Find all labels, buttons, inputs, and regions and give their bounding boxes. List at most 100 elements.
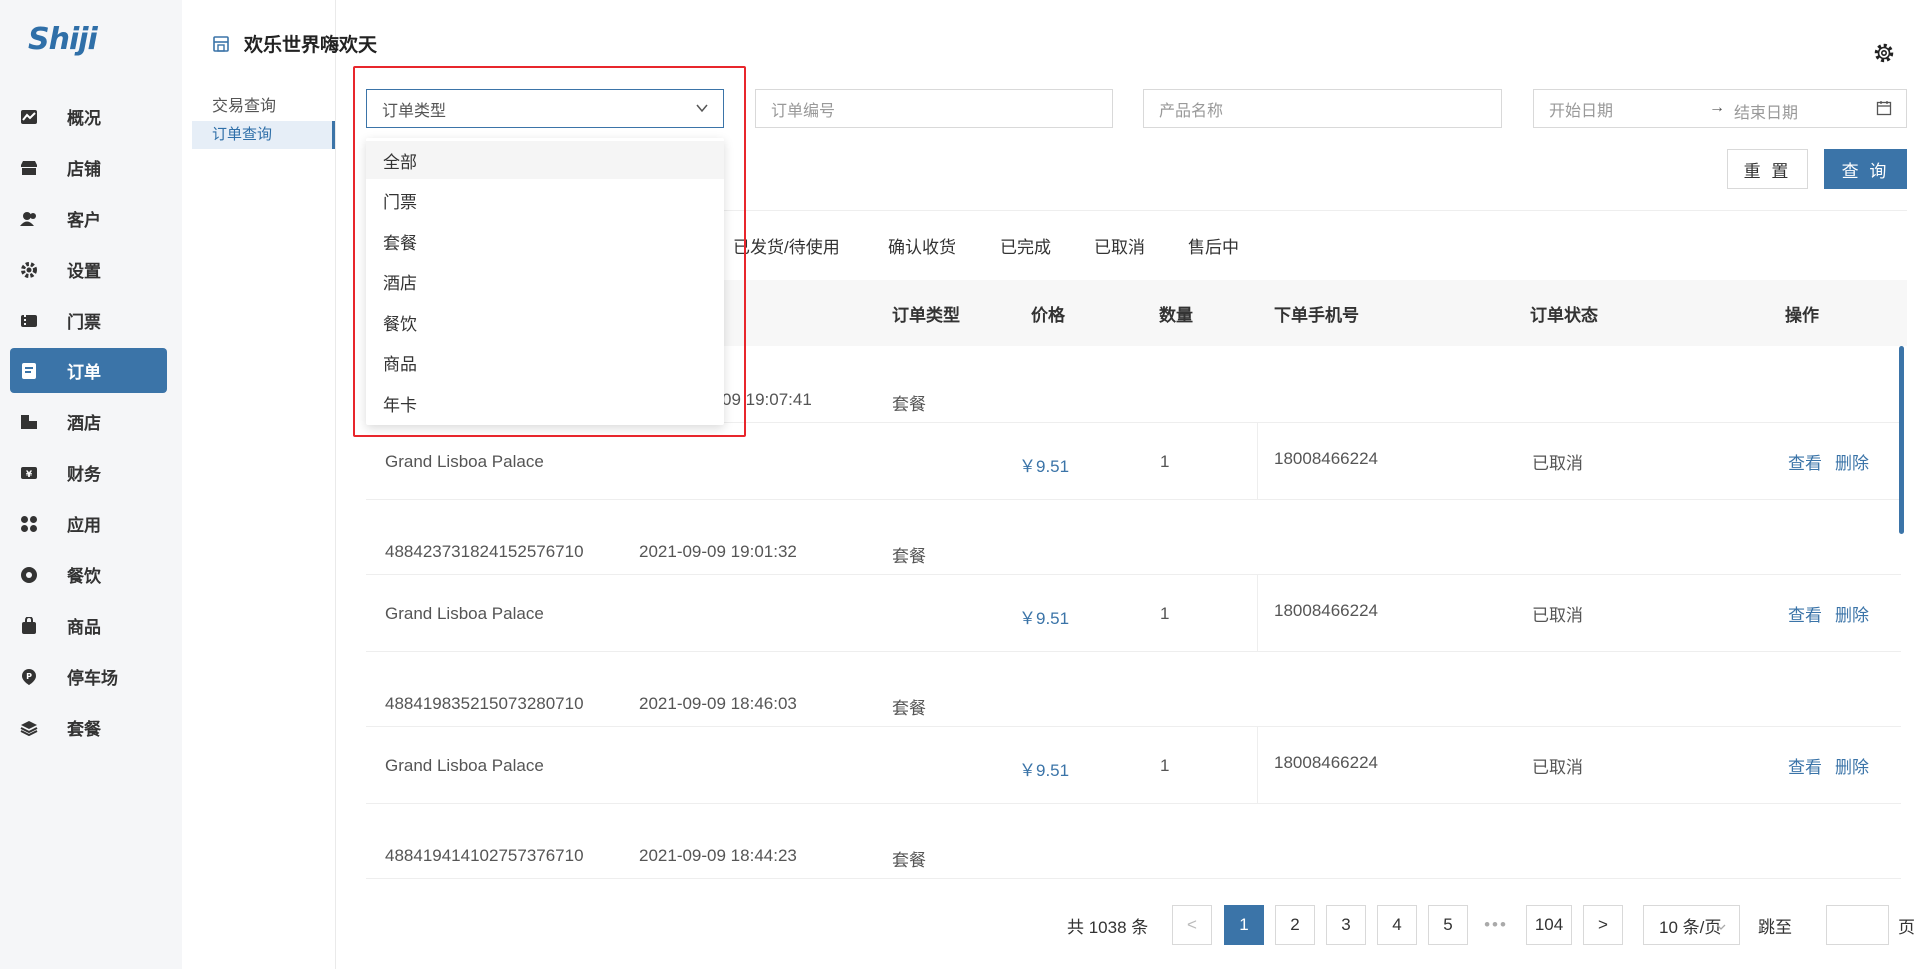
row-divider (366, 651, 1901, 652)
nav-item-orders[interactable]: 订单 (10, 348, 167, 393)
nav-label: 停车场 (67, 669, 118, 688)
date-range-picker[interactable]: 开始日期 → 结束日期 (1533, 89, 1907, 128)
end-date-placeholder[interactable]: 结束日期 (1734, 99, 1798, 123)
page-3-button[interactable]: 3 (1326, 905, 1366, 945)
cell-divider (1257, 423, 1258, 499)
page-4-button[interactable]: 4 (1377, 905, 1417, 945)
store-title: 欢乐世界嗨欢天 (212, 30, 377, 57)
page-1-button[interactable]: 1 (1224, 905, 1264, 945)
header-phone: 下单手机号 (1274, 306, 1359, 325)
delete-link[interactable]: 删除 (1835, 449, 1869, 474)
nav-item-package[interactable]: 套餐 (10, 705, 167, 750)
dropdown-option-hotel[interactable]: 酒店 (366, 262, 724, 300)
phone: 18008466224 (1274, 753, 1379, 772)
view-link[interactable]: 查看 (1788, 601, 1822, 626)
order-number: 488423731824152576710 (385, 542, 584, 561)
page-last-button[interactable]: 104 (1526, 905, 1572, 945)
cell-divider (1257, 727, 1258, 803)
order-number-input[interactable]: 订单编号 (755, 89, 1113, 128)
settings-gear-icon[interactable] (1873, 42, 1895, 69)
nav-label: 应用 (67, 516, 101, 535)
jump-page-input[interactable] (1826, 905, 1889, 945)
order-type-dropdown: 全部 门票 套餐 酒店 餐饮 商品 年卡 (366, 138, 724, 425)
product-name: Grand Lisboa Palace (385, 452, 544, 471)
dropdown-option-dining[interactable]: 餐饮 (366, 303, 724, 341)
tab-confirm-receipt[interactable]: 确认收货 (888, 233, 956, 258)
nav-label: 设置 (67, 262, 101, 281)
dropdown-option-tickets[interactable]: 门票 (366, 181, 724, 219)
nav-item-parking[interactable]: P 停车场 (10, 654, 167, 699)
order-number-placeholder: 订单编号 (771, 102, 836, 120)
nav-label: 商品 (67, 618, 101, 637)
dropdown-option-annual-card[interactable]: 年卡 (366, 384, 724, 422)
order-number: 488419414102757376710 (385, 846, 584, 865)
nav-label: 财务 (67, 465, 101, 484)
dropdown-option-goods[interactable]: 商品 (366, 343, 724, 381)
nav-item-dining[interactable]: 餐饮 (10, 552, 167, 597)
query-button[interactable]: 查 询 (1824, 149, 1907, 189)
hotel-icon (19, 412, 39, 432)
order-status: 已取消 (1532, 758, 1583, 777)
product-name: Grand Lisboa Palace (385, 604, 544, 623)
order-time: 2021-09-09 18:46:03 (639, 694, 797, 713)
jump-to-label: 跳至 (1758, 918, 1792, 937)
chevron-down-icon (695, 101, 709, 120)
nav-item-customer[interactable]: 客户 (10, 196, 167, 241)
delete-link[interactable]: 删除 (1835, 601, 1869, 626)
next-page-button[interactable]: > (1583, 905, 1623, 945)
cell-divider (1257, 575, 1258, 651)
tab-after-sales[interactable]: 售后中 (1188, 233, 1239, 258)
nav-item-shop[interactable]: 店铺 (10, 145, 167, 190)
row-divider (366, 878, 1901, 879)
subnav-item-order-query[interactable]: 订单查询 (192, 121, 335, 149)
product-name-input[interactable]: 产品名称 (1143, 89, 1502, 128)
order-status: 已取消 (1532, 454, 1583, 473)
header-quantity: 数量 (1159, 306, 1193, 325)
nav-item-settings[interactable]: 设置 (10, 247, 167, 292)
order-time: 2021-09-09 18:44:23 (639, 846, 797, 865)
nav-label: 订单 (67, 363, 101, 382)
nav-item-overview[interactable]: 概况 (10, 94, 167, 139)
dropdown-option-all[interactable]: 全部 (366, 141, 724, 179)
tab-cancelled[interactable]: 已取消 (1094, 233, 1145, 258)
prev-page-button[interactable]: < (1172, 905, 1212, 945)
dropdown-option-package[interactable]: 套餐 (366, 222, 724, 260)
users-icon (19, 209, 39, 229)
page-size-select[interactable]: 10 条/页 (1643, 905, 1740, 945)
nav-label: 酒店 (67, 414, 101, 433)
nav-item-apps[interactable]: 应用 (10, 501, 167, 546)
page-2-button[interactable]: 2 (1275, 905, 1315, 945)
tab-completed[interactable]: 已完成 (1000, 233, 1051, 258)
date-range-arrow: → (1709, 99, 1725, 116)
svg-text:P: P (26, 672, 32, 681)
nav-item-finance[interactable]: ¥ 财务 (10, 450, 167, 495)
bag-icon (19, 616, 39, 636)
start-date-placeholder[interactable]: 开始日期 (1549, 97, 1613, 121)
nav-item-goods[interactable]: 商品 (10, 603, 167, 648)
page-5-button[interactable]: 5 (1428, 905, 1468, 945)
view-link[interactable]: 查看 (1788, 449, 1822, 474)
table-scrollbar[interactable] (1899, 346, 1904, 534)
page-suffix-label: 页 (1898, 918, 1915, 937)
order-number: 488419835215073280710 (385, 694, 584, 713)
quantity: 1 (1160, 756, 1170, 775)
shop-icon (19, 158, 39, 178)
pagination-ellipsis[interactable]: ••• (1476, 905, 1516, 945)
layers-icon (19, 718, 39, 738)
calendar-icon[interactable] (1876, 100, 1892, 121)
reset-button[interactable]: 重 置 (1727, 149, 1808, 189)
store-name: 欢乐世界嗨欢天 (244, 35, 378, 56)
nav-item-hotel[interactable]: 酒店 (10, 399, 167, 444)
order-status: 已取消 (1532, 606, 1583, 625)
order-type-select[interactable]: 订单类型 (366, 89, 724, 128)
finance-icon: ¥ (19, 463, 39, 483)
nav-label: 餐饮 (67, 567, 101, 586)
nav-item-tickets[interactable]: 门票 (10, 298, 167, 343)
view-link[interactable]: 查看 (1788, 753, 1822, 778)
main-sidebar: Shiji 概况 店铺 客户 设置 门票 订单 酒店 ¥ 财务 应用 餐饮 商品… (0, 0, 182, 969)
store-icon (212, 35, 230, 53)
delete-link[interactable]: 删除 (1835, 753, 1869, 778)
price: ￥9.51 (1019, 761, 1070, 780)
tab-shipped-pending[interactable]: 已发货/待使用 (733, 233, 840, 258)
subnav-title[interactable]: 交易查询 (212, 92, 276, 116)
